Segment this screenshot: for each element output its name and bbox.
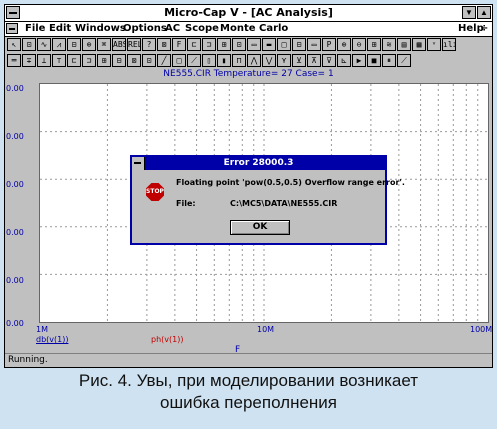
window-title: Micro-Cap V - [AC Analysis] [164, 6, 333, 19]
error-message: Floating point 'pow(0.5,0.5) Overflow ra… [176, 178, 405, 187]
y-tick-label: 0.00 [6, 228, 24, 237]
help-arrow-icon[interactable]: ÷ [480, 22, 488, 36]
y-tick-label: 0.00 [6, 84, 24, 93]
caption-line-2: ошибка переполнения [159, 393, 338, 412]
toolbar-button[interactable]: F [172, 38, 186, 51]
toolbar-button[interactable]: ⊖ [352, 38, 366, 51]
toolbar-button[interactable]: ⊕ [337, 38, 351, 51]
error-dialog: Error 28000.3 STOP Floating point 'pow(0… [130, 155, 405, 245]
toolbar-button[interactable]: ᵛ [427, 38, 441, 51]
legend-db: db(v(1)) [36, 335, 69, 344]
toolbar-button[interactable]: ⊠ [157, 38, 171, 51]
toolbar-button[interactable]: ═ [7, 54, 21, 67]
y-tick-label: 0.00 [6, 132, 24, 141]
menu-ac[interactable]: AC [165, 22, 180, 36]
toolbar-secondary: ═ ∓ ⊥ ⊤ ⊏ ⊐ ⊞ ⊟ ⊠ ⊡ ╱ □ ⟋ ▯ ▮ ⊓ ⋀ ⋁ ⋎ ⊻ ⊼ ⊽ ⊾ ▶ ■ ⏸ ⟋ [5, 53, 492, 69]
toolbar-button[interactable]: ╱ [157, 54, 171, 67]
menu-file[interactable]: File [25, 22, 45, 36]
toolbar-button[interactable]: ⊟ [67, 38, 81, 51]
toolbar-button[interactable]: ▮ [217, 54, 231, 67]
toolbar-button[interactable]: ▶ [352, 54, 366, 67]
toolbar-button[interactable]: ⩘ [52, 38, 66, 51]
ok-button[interactable]: OK [230, 220, 290, 235]
menu-options[interactable]: Options [123, 22, 167, 36]
document-menu-icon[interactable] [6, 23, 18, 34]
y-tick-label: 0.00 [6, 319, 24, 328]
toolbar-button[interactable]: ⊡ [142, 54, 156, 67]
toolbar-button[interactable]: □ [277, 38, 291, 51]
dialog-system-menu-icon[interactable] [132, 157, 145, 170]
x-tick-label: 100M [470, 325, 493, 334]
toolbar-button[interactable]: ▦ [412, 38, 426, 51]
maximize-button[interactable]: ▲ [477, 6, 491, 19]
toolbar-button[interactable]: ABS [112, 38, 126, 51]
toolbar-button[interactable]: REL [127, 38, 141, 51]
menu-bar: File Edit Windows Options AC Scope Monte… [5, 22, 492, 37]
toolbar-button[interactable]: ▤ [397, 38, 411, 51]
toolbar-button[interactable]: ▭ [307, 38, 321, 51]
caption-line-1: Рис. 4. Увы, при моделировании возникает [78, 371, 419, 390]
toolbar-button[interactable]: ⟋ [187, 54, 201, 67]
x-tick-label: 10M [257, 325, 275, 334]
menu-scope[interactable]: Scope [185, 22, 219, 36]
toolbar-button[interactable]: ⊐ [202, 38, 216, 51]
dialog-title[interactable]: Error 28000.3 [132, 157, 385, 170]
toolbar-button[interactable]: ⊓ [232, 54, 246, 67]
toolbar-button[interactable]: ⊐ [82, 54, 96, 67]
toolbar-button[interactable]: ⊤ [52, 54, 66, 67]
toolbar-button[interactable]: ⊏ [67, 54, 81, 67]
toolbar-button[interactable]: ⊾ [337, 54, 351, 67]
app-window: Micro-Cap V - [AC Analysis] ▼ ▲ File Edi… [4, 4, 493, 368]
toolbar-button[interactable]: ↖ [7, 38, 21, 51]
plot-subtitle: NE555.CIR Temperature= 27 Case= 1 [163, 69, 334, 79]
menu-monte-carlo[interactable]: Monte Carlo [220, 22, 288, 36]
toolbar-button[interactable]: ≋ [382, 38, 396, 51]
toolbar-button[interactable]: ⋁ [262, 54, 276, 67]
toolbar-button[interactable]: ? [142, 38, 156, 51]
menu-edit[interactable]: Edit [49, 22, 71, 36]
toolbar-button[interactable]: ∿ [37, 38, 51, 51]
file-label: File: [176, 199, 196, 208]
toolbar-button[interactable]: ⊏ [187, 38, 201, 51]
toolbar-main: ↖⊡∿⩘⊟⊕⌘ABSREL?⊠F⊏⊐⊞⊡▭▬□⊟▭P⊕⊖⊞≋▤▦ᵛılı [5, 37, 492, 53]
toolbar-button[interactable]: ⊡ [232, 38, 246, 51]
y-tick-label: 0.00 [6, 276, 24, 285]
minimize-button[interactable]: ▼ [462, 6, 476, 19]
file-path: C:\MC5\DATA\NE555.CIR [230, 199, 338, 208]
toolbar-button[interactable]: ⊞ [367, 38, 381, 51]
x-tick-label: 1M [36, 325, 48, 334]
toolbar-button[interactable]: ⊽ [322, 54, 336, 67]
toolbar-button[interactable]: ⌘ [97, 38, 111, 51]
toolbar-button[interactable]: ■ [367, 54, 381, 67]
toolbar-button[interactable]: ⊡ [22, 38, 36, 51]
status-bar: Running. [5, 353, 492, 367]
stop-icon: STOP [146, 183, 164, 201]
toolbar-button[interactable]: ⊠ [127, 54, 141, 67]
toolbar-button[interactable]: ılı [442, 38, 456, 51]
toolbar-button[interactable]: ⊟ [112, 54, 126, 67]
toolbar-button[interactable]: ▭ [247, 38, 261, 51]
toolbar-button[interactable]: ⊥ [37, 54, 51, 67]
toolbar-button[interactable]: □ [172, 54, 186, 67]
legend-ph: ph(v(1)) [151, 335, 184, 344]
toolbar-button[interactable]: ⏸ [382, 54, 396, 67]
y-tick-label: 0.00 [6, 180, 24, 189]
toolbar-button[interactable]: ∓ [22, 54, 36, 67]
toolbar-button[interactable]: ⊼ [307, 54, 321, 67]
toolbar-button[interactable]: ▬ [262, 38, 276, 51]
toolbar-button[interactable]: ⊻ [292, 54, 306, 67]
title-bar[interactable]: Micro-Cap V - [AC Analysis] ▼ ▲ [5, 5, 492, 22]
toolbar-button[interactable]: ▯ [202, 54, 216, 67]
toolbar-button[interactable]: ⋀ [247, 54, 261, 67]
figure-caption: Рис. 4. Увы, при моделировании возникает… [0, 370, 497, 414]
toolbar-button[interactable]: ⋎ [277, 54, 291, 67]
toolbar-button[interactable]: ⊞ [217, 38, 231, 51]
toolbar-button[interactable]: P [322, 38, 336, 51]
toolbar-button[interactable]: ⟋ [397, 54, 411, 67]
toolbar-button[interactable]: ⊕ [82, 38, 96, 51]
toolbar-button[interactable]: ⊞ [97, 54, 111, 67]
menu-windows[interactable]: Windows [75, 22, 126, 36]
toolbar-button[interactable]: ⊟ [292, 38, 306, 51]
